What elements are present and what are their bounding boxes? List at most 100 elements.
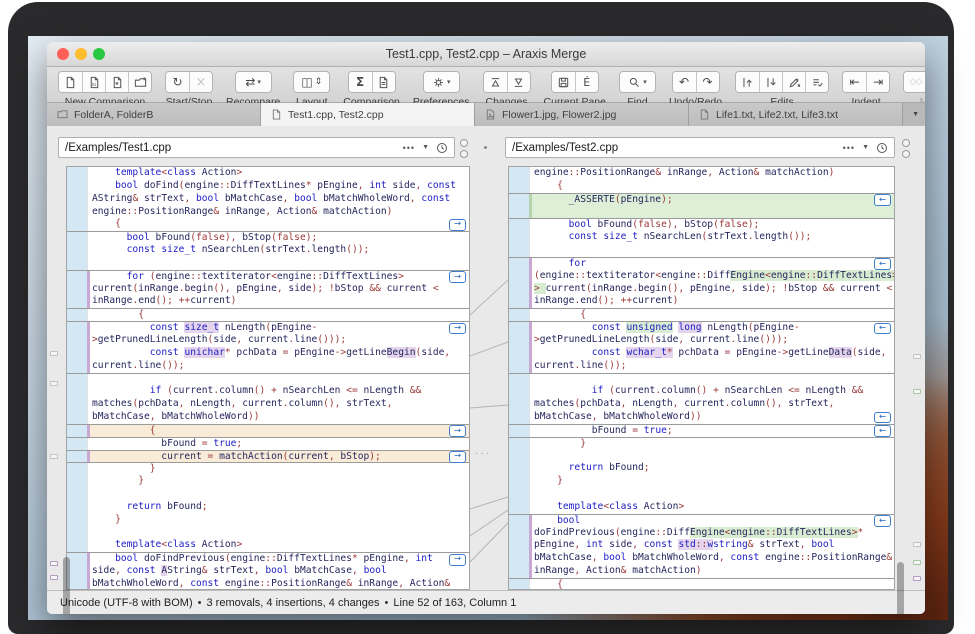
comparison-summary-button[interactable]: Σ	[349, 72, 372, 92]
right-file-path-field[interactable]: /Examples/Test2.cpp ••• ▼	[505, 137, 895, 158]
code-line: bool←	[509, 514, 894, 527]
code-line: }	[67, 514, 469, 527]
merge-right-button[interactable]: →	[449, 425, 466, 437]
right-code-pane[interactable]: engine::PositionRange& inRange, Action& …	[508, 166, 895, 590]
right-change-map[interactable]	[908, 250, 925, 614]
tab-life1-txt-life2-txt-life3-txt[interactable]: Life1.txt, Life2.txt, Life3.txt	[689, 103, 903, 126]
indent-button[interactable]: ⇥	[866, 72, 889, 92]
edit-discard-icon	[788, 76, 801, 89]
edit-review-icon	[811, 76, 824, 89]
left-file-path-field[interactable]: /Examples/Test1.cpp ••• ▼	[58, 137, 455, 158]
code-line	[67, 257, 469, 270]
outdent-button[interactable]: ⇤	[843, 72, 866, 92]
code-line	[67, 488, 469, 501]
code-line: return bFound;	[509, 462, 894, 475]
comparison-report-button[interactable]	[372, 72, 395, 92]
code-line: const size_t nLength(pEngine-→	[67, 321, 469, 334]
recompare-button[interactable]: ⇄▾	[236, 72, 271, 92]
merge-left-button[interactable]: ←	[874, 194, 891, 206]
left-pane-scrollbar[interactable]	[63, 557, 70, 614]
code-line: > current(inRange.begin(), pEngine, side…	[509, 283, 894, 296]
merge-right-button[interactable]: →	[449, 451, 466, 463]
edit-next-icon	[765, 76, 778, 89]
merge-left-button[interactable]: ←	[874, 515, 891, 527]
code-line: template<class Action>	[67, 539, 469, 552]
undo-button[interactable]: ↶	[673, 72, 696, 92]
tab-foldera-folderb[interactable]: FolderA, FolderB	[47, 103, 261, 126]
history-icon[interactable]	[876, 142, 888, 154]
tab-test1-cpp-test2-cpp[interactable]: Test1.cpp, Test2.cpp	[261, 103, 475, 126]
history-icon[interactable]	[436, 142, 448, 154]
code-line: template<class Action>	[67, 167, 469, 180]
tab-label: Test1.cpp, Test2.cpp	[288, 109, 384, 121]
review-edits-button[interactable]	[805, 72, 828, 92]
path-dropdown-icon[interactable]: ▼	[422, 144, 429, 151]
merge-left-button[interactable]: ←	[874, 258, 891, 270]
start-button[interactable]: ↻	[166, 72, 189, 92]
code-line: inRange.end(); ++current)	[509, 295, 894, 308]
toolbar: 01New Comparison↻×Start/Stop⇄▾Recompare◫…	[47, 67, 925, 103]
code-line: bool doFindPrevious(engine::DiffTextLine…	[67, 552, 469, 565]
change-map-marker	[913, 389, 921, 394]
change-prev-icon	[489, 76, 502, 89]
preferences-button[interactable]: ▾	[424, 72, 459, 92]
change-map-marker	[50, 351, 58, 356]
new-image-comparison-button[interactable]	[105, 72, 128, 92]
tab-list-dropdown[interactable]: ▼	[903, 103, 925, 126]
merge-left-button[interactable]: ←	[874, 412, 891, 424]
tab-flower1-jpg-flower2-jpg[interactable]: Flower1.jpg, Flower2.jpg	[475, 103, 689, 126]
previous-edit-button[interactable]	[736, 72, 759, 92]
right-pane-scrollbar[interactable]	[897, 562, 904, 614]
left-code-pane[interactable]: template<class Action> bool doFind(engin…	[66, 166, 470, 590]
redo-button[interactable]: ↷	[696, 72, 719, 92]
new-binary-comparison-button[interactable]: 01	[82, 72, 105, 92]
collapsed-region-ellipsis: ···	[475, 448, 491, 459]
code-line: bMatchCase, bool bMatchWholeWord, const …	[509, 552, 894, 565]
code-line: matches(pchData, nLength, current.column…	[509, 398, 894, 411]
code-line: >getPrunedLineLength(side, current.line(…	[509, 334, 894, 347]
change-map-marker	[50, 454, 58, 459]
change-map-marker	[50, 381, 58, 386]
previous-change-button[interactable]	[484, 72, 507, 92]
find-button[interactable]: ▾	[620, 72, 655, 92]
code-line: inRange.end(); ++current)	[67, 295, 469, 308]
code-line	[509, 206, 894, 219]
merge-left-button[interactable]: ←	[874, 425, 891, 437]
layout-button[interactable]: ◫⇕	[294, 72, 329, 92]
code-line: const unichar* pchData = pEngine->getLin…	[67, 347, 469, 360]
code-line	[509, 450, 894, 463]
merge-right-button[interactable]: →	[449, 323, 466, 335]
discard-edits-button[interactable]	[782, 72, 805, 92]
new-folder-comparison-button[interactable]	[128, 72, 151, 92]
edit-prev-icon	[741, 76, 754, 89]
path-menu-icon[interactable]: •••	[403, 143, 415, 153]
pane-link-dot	[484, 146, 487, 149]
code-line: current.line());	[509, 360, 894, 373]
merge-right-button[interactable]: →	[449, 219, 466, 231]
image-icon	[485, 109, 496, 120]
doc-icon	[699, 109, 710, 120]
path-menu-icon[interactable]: •••	[843, 143, 855, 153]
path-dropdown-icon[interactable]: ▼	[862, 144, 869, 151]
new-text-comparison-button[interactable]	[59, 72, 82, 92]
title-bar[interactable]: Test1.cpp, Test2.cpp – Araxis Merge	[47, 42, 925, 67]
left-change-map[interactable]	[47, 250, 62, 614]
code-line: side, const AString& strText, bool bMatc…	[67, 565, 469, 578]
merge-right-button[interactable]: →	[449, 554, 466, 566]
code-line: engine::PositionRange& inRange, Action& …	[67, 206, 469, 219]
next-edit-button[interactable]	[759, 72, 782, 92]
encoding-button[interactable]: É	[575, 72, 598, 92]
status-circle	[902, 139, 910, 147]
save-button[interactable]	[552, 72, 575, 92]
sigma-icon: Σ	[356, 76, 364, 88]
next-change-button[interactable]	[507, 72, 530, 92]
find-icon: ▾	[628, 76, 647, 89]
comparison-content: /Examples/Test1.cpp ••• ▼ /Examples/Test…	[47, 126, 925, 590]
right-file-path: /Examples/Test2.cpp	[506, 142, 843, 154]
change-map-marker	[913, 354, 921, 359]
merge-right-button[interactable]: →	[449, 271, 466, 283]
merge-left-button[interactable]: ←	[874, 323, 891, 335]
code-line	[509, 244, 894, 257]
code-line: bool bFound(false), bStop(false);	[509, 218, 894, 231]
code-line: >getPrunedLineLength(side, current.line(…	[67, 334, 469, 347]
